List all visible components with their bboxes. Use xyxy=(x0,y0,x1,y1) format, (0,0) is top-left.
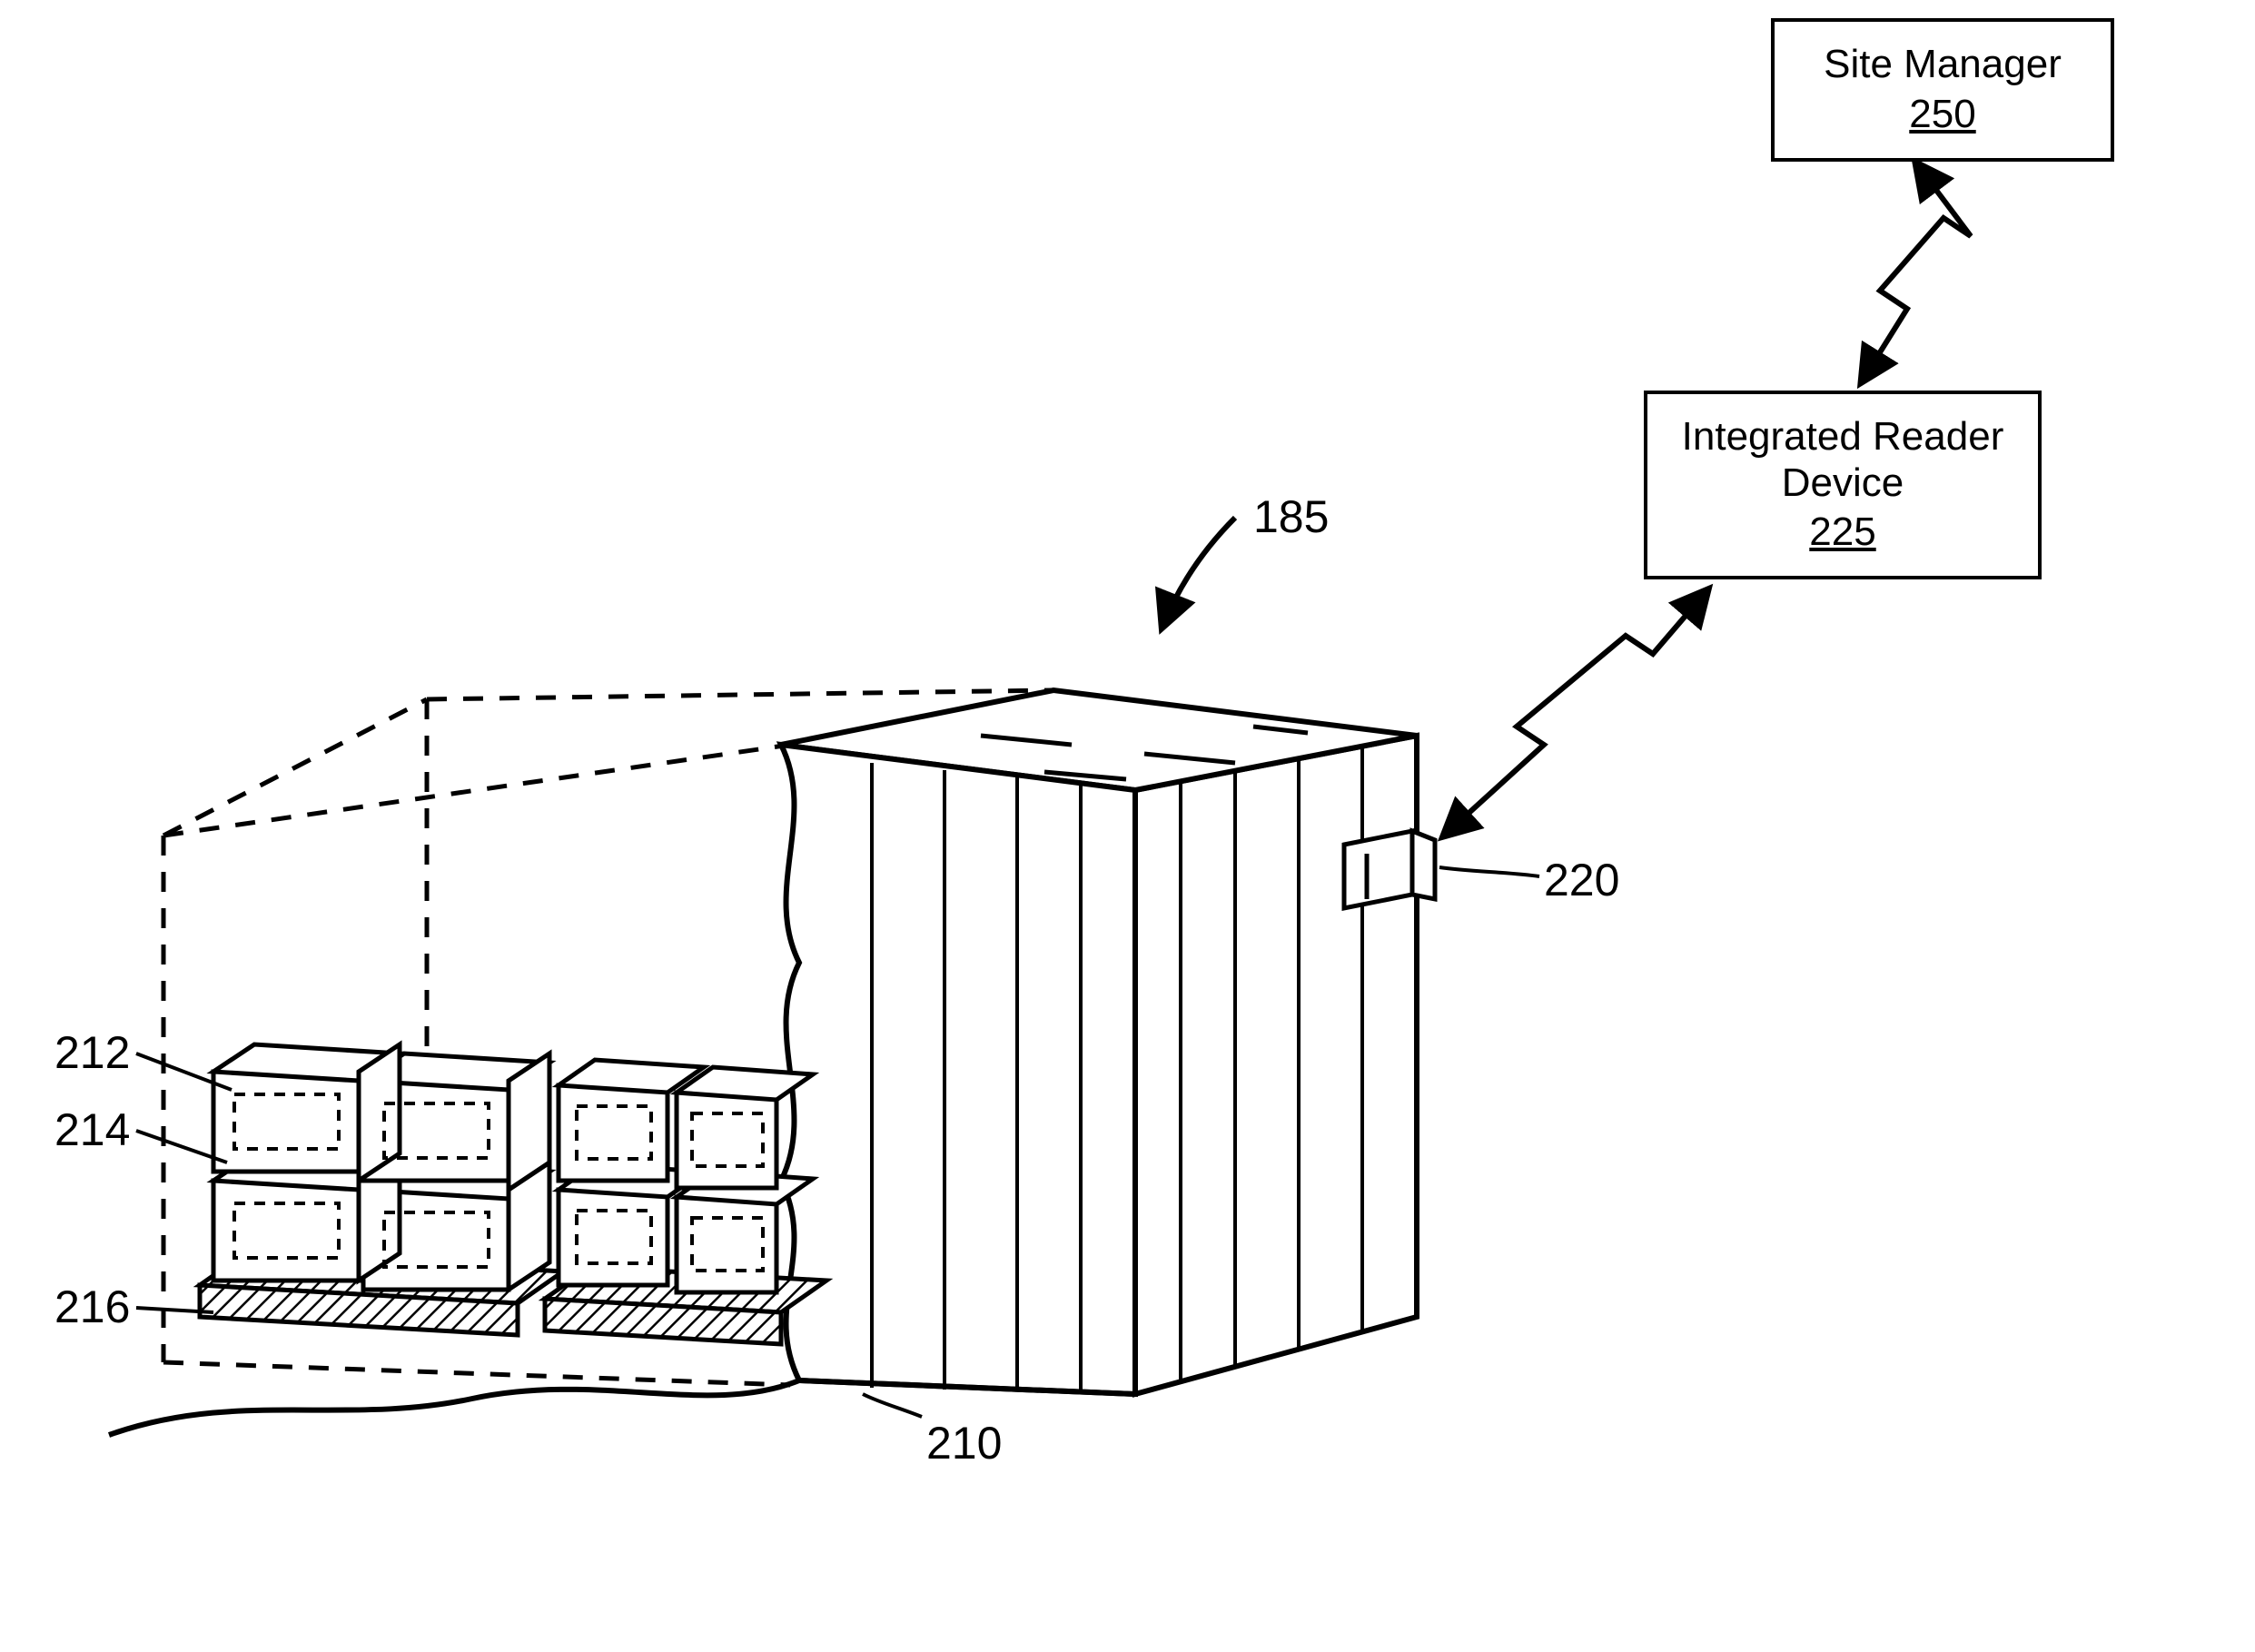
site-manager-title: Site Manager xyxy=(1824,42,2062,88)
pointer-185 xyxy=(1162,518,1235,627)
integrated-reader-title-1: Integrated Reader xyxy=(1682,414,2004,460)
integrated-reader-box: Integrated Reader Device 225 xyxy=(1644,391,2042,579)
integrated-reader-title-2: Device xyxy=(1782,460,1904,507)
leader-220 xyxy=(1439,867,1539,876)
rf-link-tag-ird xyxy=(1444,590,1707,836)
container-solid xyxy=(781,690,1417,1394)
rf-link-ird-sm xyxy=(1862,163,1971,381)
diagram-svg xyxy=(0,0,2255,1652)
integrated-reader-ref: 225 xyxy=(1809,509,1875,556)
label-214: 214 xyxy=(54,1103,130,1156)
label-220: 220 xyxy=(1544,854,1619,906)
tag-220 xyxy=(1344,831,1435,908)
leader-210 xyxy=(863,1394,922,1417)
label-216: 216 xyxy=(54,1281,130,1333)
label-185: 185 xyxy=(1253,490,1329,543)
label-212: 212 xyxy=(54,1026,130,1079)
label-210: 210 xyxy=(926,1417,1002,1469)
boxes-cases xyxy=(213,1044,813,1292)
site-manager-box: Site Manager 250 xyxy=(1771,18,2114,162)
site-manager-ref: 250 xyxy=(1909,92,1975,138)
